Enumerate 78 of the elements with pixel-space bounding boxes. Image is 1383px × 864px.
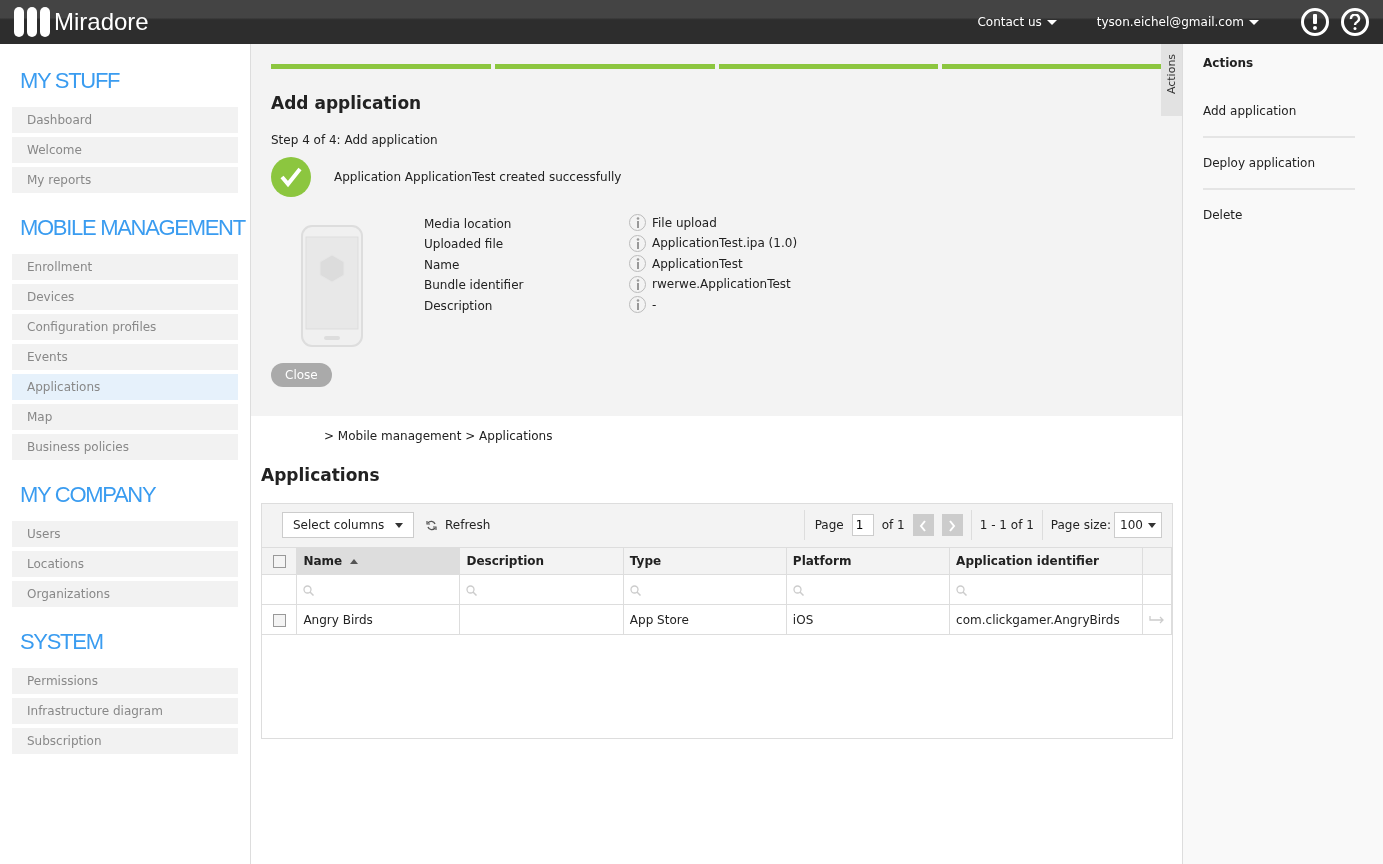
detail-label: Media location	[424, 215, 513, 233]
section-heading: MOBILE MANAGEMENT	[20, 214, 245, 242]
filter-search-icon[interactable]	[792, 582, 804, 597]
select-all-checkbox[interactable]	[272, 554, 286, 568]
page-count: of 1	[881, 517, 905, 534]
column-header[interactable]: Application identifier	[949, 547, 1143, 575]
action-link[interactable]: Delete	[1203, 190, 1355, 240]
row-checkbox[interactable]	[272, 613, 286, 627]
action-link[interactable]: Deploy application	[1203, 138, 1355, 190]
filter-search-icon[interactable]	[956, 582, 968, 597]
column-header[interactable]: Platform	[786, 547, 950, 575]
column-header[interactable]: Type	[623, 547, 787, 575]
user-menu[interactable]: tyson.eichel@gmail.com	[1096, 13, 1259, 31]
previous-page-button[interactable]	[912, 514, 934, 536]
filter-search-icon[interactable]	[303, 582, 315, 597]
sidebar-item[interactable]: Subscription	[12, 728, 238, 754]
sidebar-item[interactable]: Dashboard	[12, 107, 238, 133]
detail-value: File upload	[652, 214, 717, 232]
detail-label: Name	[424, 256, 461, 274]
actions-tab[interactable]: Actions	[1161, 44, 1182, 116]
sidebar-item[interactable]: Configuration profiles	[12, 314, 238, 340]
detail-label: Bundle identifier	[424, 277, 525, 294]
sidebar-item[interactable]: My reports	[12, 167, 238, 193]
page-size-dropdown[interactable]: 100	[1114, 512, 1162, 538]
page-title: Applications	[261, 464, 381, 487]
logo-icon	[14, 7, 50, 37]
sidebar-item[interactable]: Permissions	[12, 668, 238, 694]
filter-search-icon[interactable]	[466, 582, 478, 597]
page-input[interactable]: 1	[851, 514, 874, 536]
select-columns-dropdown[interactable]: Select columns	[282, 512, 414, 538]
sidebar-item[interactable]: Business policies	[12, 434, 238, 460]
chevron-left-icon	[919, 520, 928, 532]
detail-label: Uploaded file	[424, 236, 505, 253]
action-link[interactable]: Add application	[1203, 86, 1355, 138]
sidebar-item[interactable]: Events	[12, 344, 238, 370]
logo-text: Miradore	[54, 7, 149, 37]
record-range: 1 - 1 of 1	[979, 517, 1034, 534]
column-header[interactable]: Name	[296, 547, 460, 575]
sidebar-item[interactable]: Map	[12, 404, 238, 430]
detail-value: rwerwe.ApplicationTest	[652, 276, 791, 293]
help-icon[interactable]	[1341, 8, 1369, 36]
sidebar-item[interactable]: Locations	[12, 551, 238, 577]
detail-value: -	[652, 296, 657, 314]
sidebar-item[interactable]: Applications	[12, 374, 238, 400]
step-text: Step 4 of 4: Add application	[271, 131, 439, 149]
sidebar-item[interactable]: Welcome	[12, 137, 238, 163]
chevron-right-icon	[948, 520, 957, 532]
refresh-icon[interactable]	[426, 519, 437, 531]
sidebar-item[interactable]: Organizations	[12, 581, 238, 607]
table-cell: App Store	[629, 612, 689, 627]
sidebar-item[interactable]: Enrollment	[12, 254, 238, 280]
section-heading: MY STUFF	[20, 67, 120, 95]
alert-icon[interactable]	[1301, 8, 1329, 36]
detail-label: Description	[424, 297, 494, 315]
section-heading: SYSTEM	[20, 628, 103, 656]
next-page-button[interactable]	[941, 514, 963, 536]
page-size-label: Page size:	[1050, 517, 1111, 534]
success-icon	[271, 156, 311, 197]
column-header[interactable]: Description	[459, 547, 624, 575]
breadcrumb: > Mobile management > Applications	[323, 428, 554, 445]
close-button[interactable]: Close	[271, 362, 332, 387]
page-label: Page	[814, 517, 844, 534]
sidebar-item[interactable]: Infrastructure diagram	[12, 698, 238, 724]
contact-menu[interactable]: Contact us	[977, 13, 1057, 31]
section-heading: MY COMPANY	[20, 481, 156, 509]
sidebar-item[interactable]: Devices	[12, 284, 238, 310]
actions-title: Actions	[1203, 55, 1255, 72]
refresh-button[interactable]: Refresh	[445, 516, 491, 534]
table-cell: com.clickgamer.AngryBirds	[956, 612, 1120, 627]
success-message: Application ApplicationTest created successfully	[334, 168, 622, 186]
detail-value: ApplicationTest.ipa (1.0)	[652, 235, 798, 252]
detail-value: ApplicationTest	[652, 255, 743, 273]
filter-search-icon[interactable]	[629, 582, 641, 597]
table-cell: Angry Birds	[303, 612, 373, 627]
sidebar-item[interactable]: Users	[12, 521, 238, 547]
table-cell: iOS	[792, 612, 814, 627]
wizard-title: Add application	[271, 92, 423, 115]
sort-ascending-icon	[350, 558, 359, 564]
